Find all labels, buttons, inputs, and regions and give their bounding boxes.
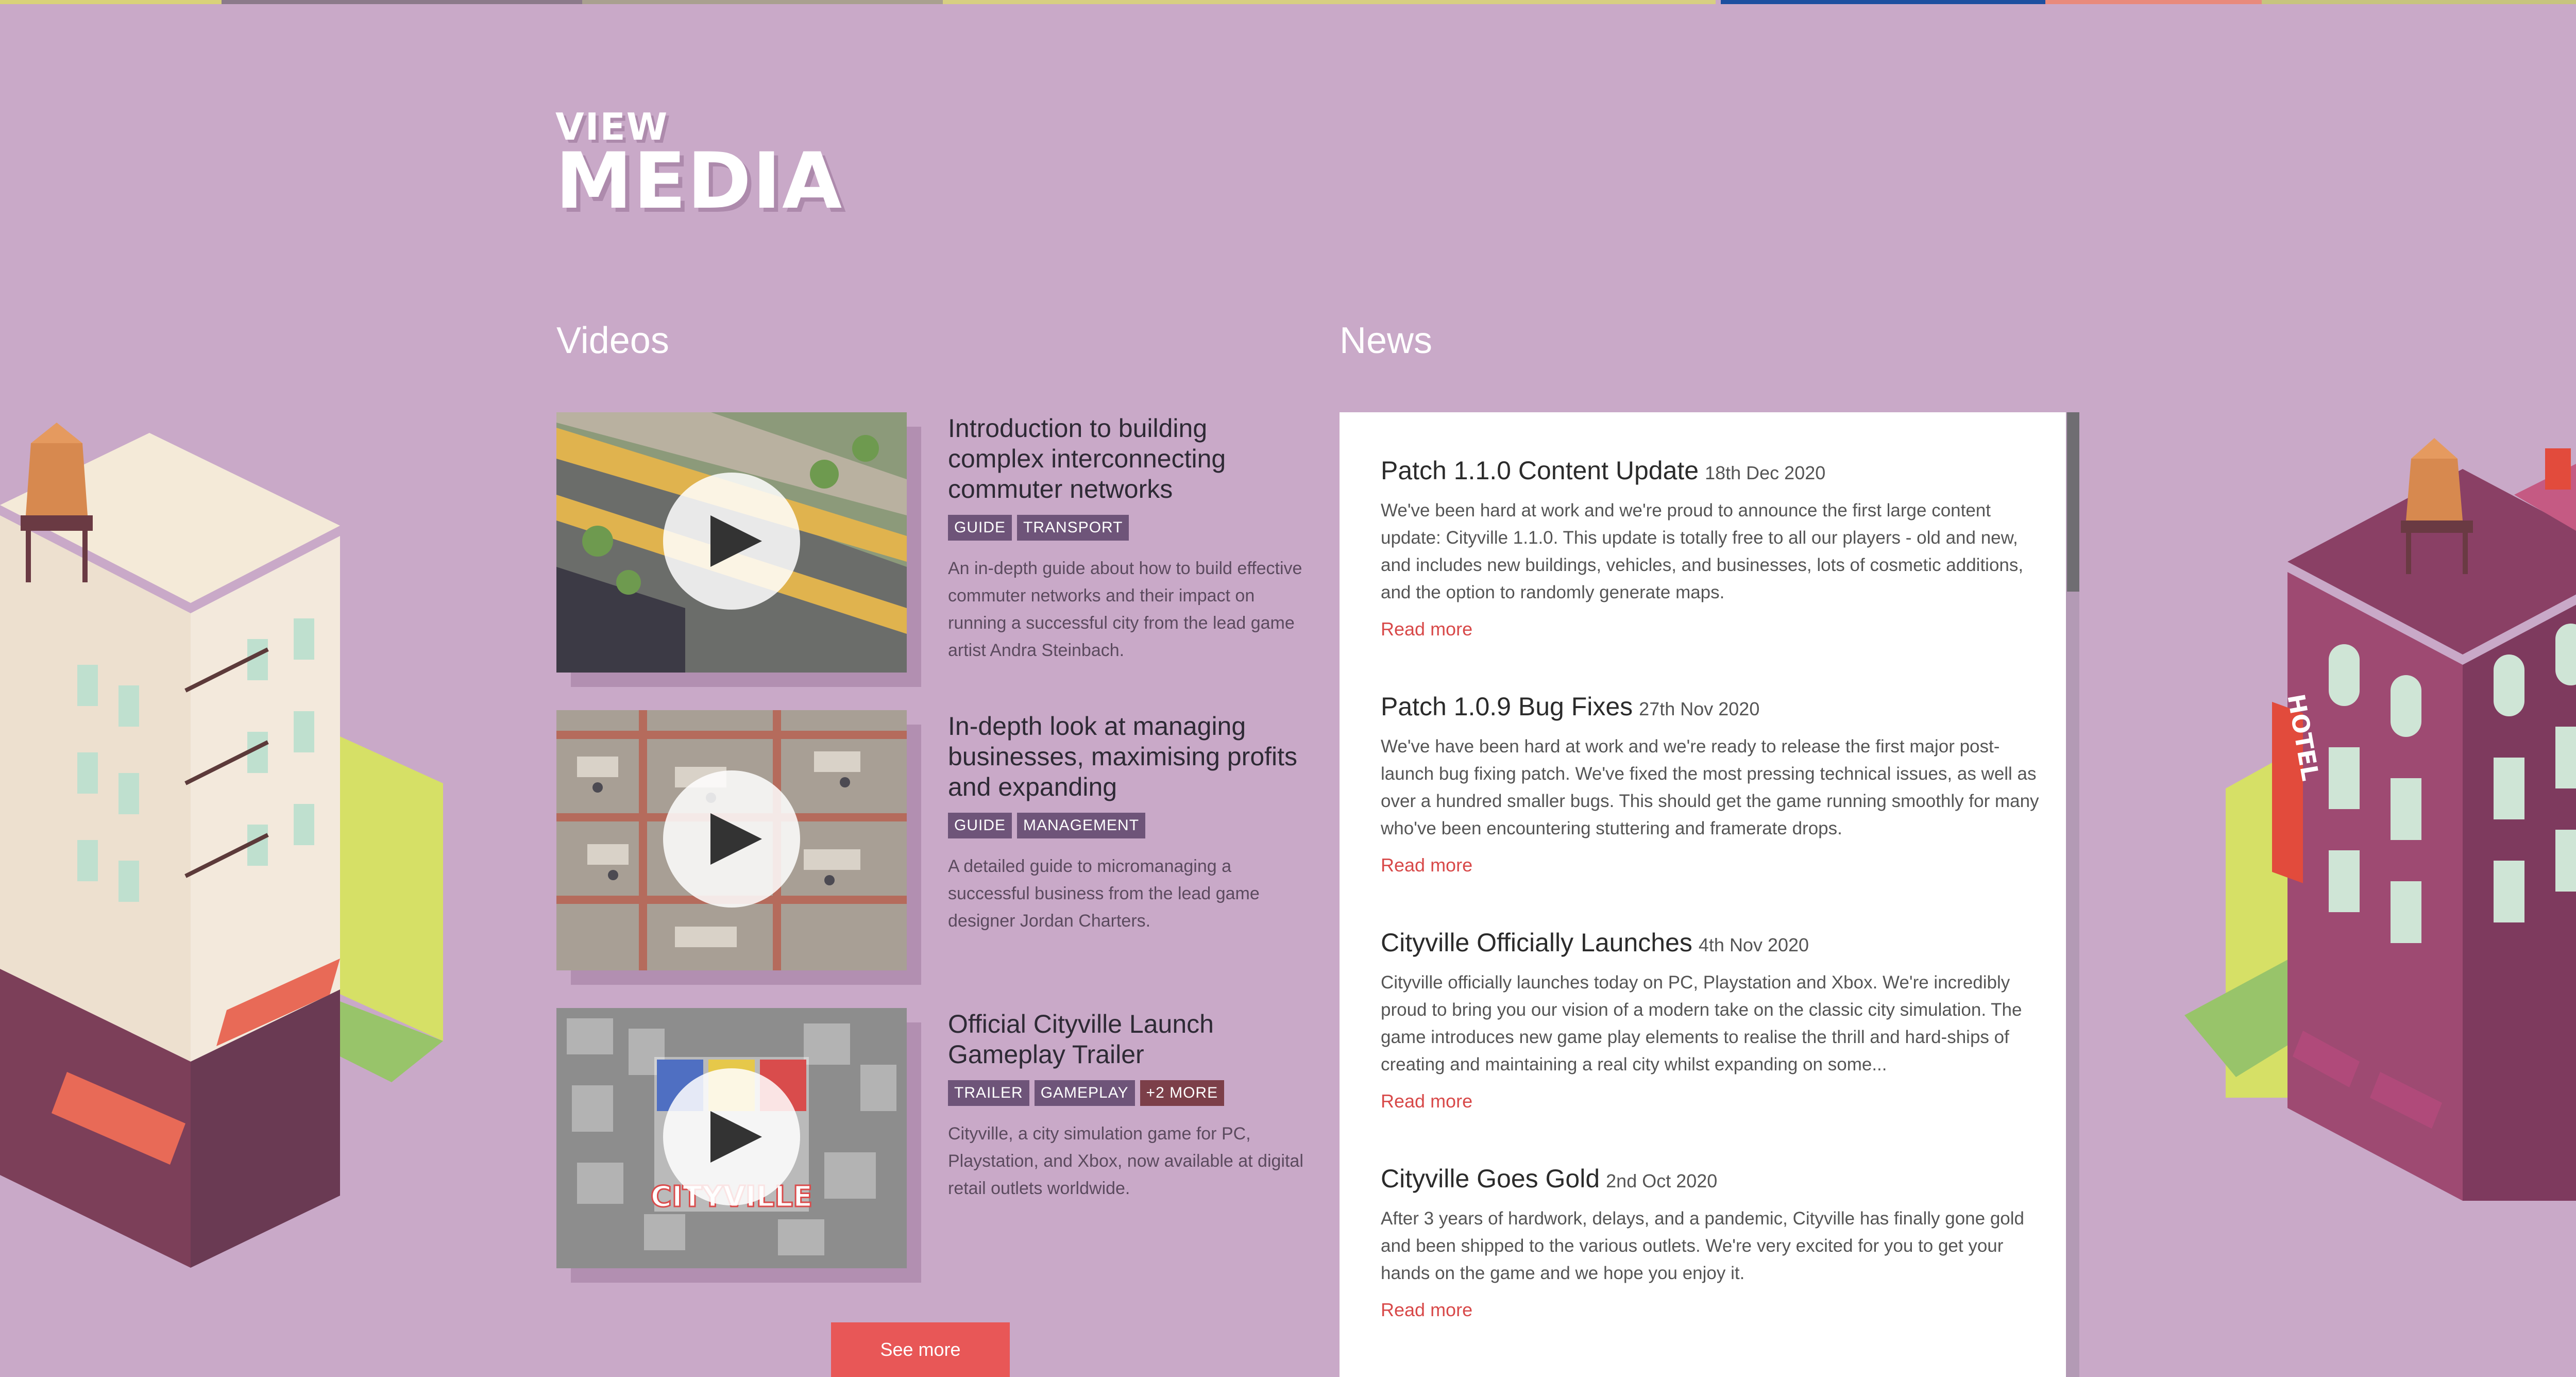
video-info: Official Cityville Launch Gameplay Trail… — [948, 1008, 1309, 1202]
tag[interactable]: TRAILER — [948, 1080, 1029, 1106]
tag[interactable]: GAMEPLAY — [1034, 1080, 1135, 1106]
news-section-title: News — [1340, 320, 1433, 361]
video-title[interactable]: Introduction to building complex interco… — [948, 413, 1309, 505]
news-item: Patch 1.1.0 Content Update 18th Dec 2020 … — [1381, 456, 2040, 640]
news-date: 27th Nov 2020 — [1639, 698, 1760, 719]
video-description: An in-depth guide about how to build eff… — [948, 559, 1302, 660]
tag[interactable]: MANAGEMENT — [1017, 813, 1146, 838]
tag[interactable]: GUIDE — [948, 515, 1012, 541]
video-tags: GUIDE TRANSPORT — [948, 515, 1309, 542]
video-info: In-depth look at managing businesses, ma… — [948, 710, 1309, 935]
news-scrollbar-thumb[interactable] — [2067, 412, 2079, 592]
news-headline[interactable]: Patch 1.0.9 Bug Fixes — [1381, 692, 1633, 721]
top-image-strip — [0, 0, 2576, 4]
news-body: We've have been hard at work and we're r… — [1381, 736, 2039, 838]
video-thumbnail[interactable]: CITYVILLE — [556, 1008, 907, 1268]
video-title[interactable]: Official Cityville Launch Gameplay Trail… — [948, 1009, 1309, 1070]
read-more-link[interactable]: Read more — [1381, 1299, 1472, 1321]
heading-media: MEDIA — [555, 137, 843, 226]
read-more-link[interactable]: Read more — [1381, 618, 1472, 640]
news-headline[interactable]: Patch 1.1.0 Content Update — [1381, 456, 1699, 485]
video-info: Introduction to building complex interco… — [948, 412, 1309, 664]
video-list: Introduction to building complex interco… — [556, 412, 1303, 1306]
video-item: In-depth look at managing businesses, ma… — [556, 710, 1298, 1008]
videos-section-title: Videos — [556, 320, 669, 361]
news-panel: Patch 1.1.0 Content Update 18th Dec 2020 … — [1340, 412, 2071, 1377]
video-item: Introduction to building complex interco… — [556, 412, 1302, 710]
news-date: 4th Nov 2020 — [1698, 934, 1809, 955]
play-icon — [710, 1111, 762, 1163]
news-item: Patch 1.0.9 Bug Fixes 27th Nov 2020 We've… — [1381, 692, 2040, 876]
page-heading: VIEW MEDIA — [555, 108, 843, 226]
video-tags: TRAILER GAMEPLAY +2 MORE — [948, 1080, 1309, 1107]
tag[interactable]: TRANSPORT — [1017, 515, 1129, 541]
right-building-illustration: HOTEL — [2184, 438, 2576, 1201]
read-more-link[interactable]: Read more — [1381, 854, 1472, 876]
see-more-button[interactable]: See more — [831, 1322, 1010, 1377]
video-description: Cityville, a city simulation game for PC… — [948, 1124, 1303, 1198]
video-item: CITYVILLE Official Cityville Launch Game… — [556, 1008, 1303, 1306]
news-body: We've been hard at work and we're proud … — [1381, 500, 2024, 602]
news-date: 18th Dec 2020 — [1705, 462, 1826, 483]
play-icon — [710, 515, 762, 567]
tag[interactable]: GUIDE — [948, 813, 1012, 838]
news-item: Cityville Goes Gold 2nd Oct 2020 After 3 … — [1381, 1164, 2040, 1321]
video-description: A detailed guide to micromanaging a succ… — [948, 857, 1260, 931]
news-date: 2nd Oct 2020 — [1606, 1170, 1718, 1191]
left-building-illustration — [0, 423, 443, 1268]
news-body: After 3 years of hardwork, delays, and a… — [1381, 1208, 2024, 1283]
video-thumbnail[interactable] — [556, 710, 907, 970]
news-body: Cityville officially launches today on P… — [1381, 972, 2022, 1074]
video-tags: GUIDE MANAGEMENT — [948, 813, 1309, 839]
video-thumbnail[interactable] — [556, 412, 907, 673]
more-tags-badge[interactable]: +2 MORE — [1140, 1080, 1225, 1106]
news-item: Cityville Officially Launches 4th Nov 202… — [1381, 928, 2040, 1112]
read-more-link[interactable]: Read more — [1381, 1090, 1472, 1112]
play-button[interactable] — [663, 473, 800, 610]
play-button[interactable] — [663, 1068, 800, 1205]
play-button[interactable] — [663, 770, 800, 908]
video-title[interactable]: In-depth look at managing businesses, ma… — [948, 711, 1309, 802]
play-icon — [710, 813, 762, 865]
news-headline[interactable]: Cityville Goes Gold — [1381, 1164, 1600, 1193]
news-headline[interactable]: Cityville Officially Launches — [1381, 928, 1692, 957]
